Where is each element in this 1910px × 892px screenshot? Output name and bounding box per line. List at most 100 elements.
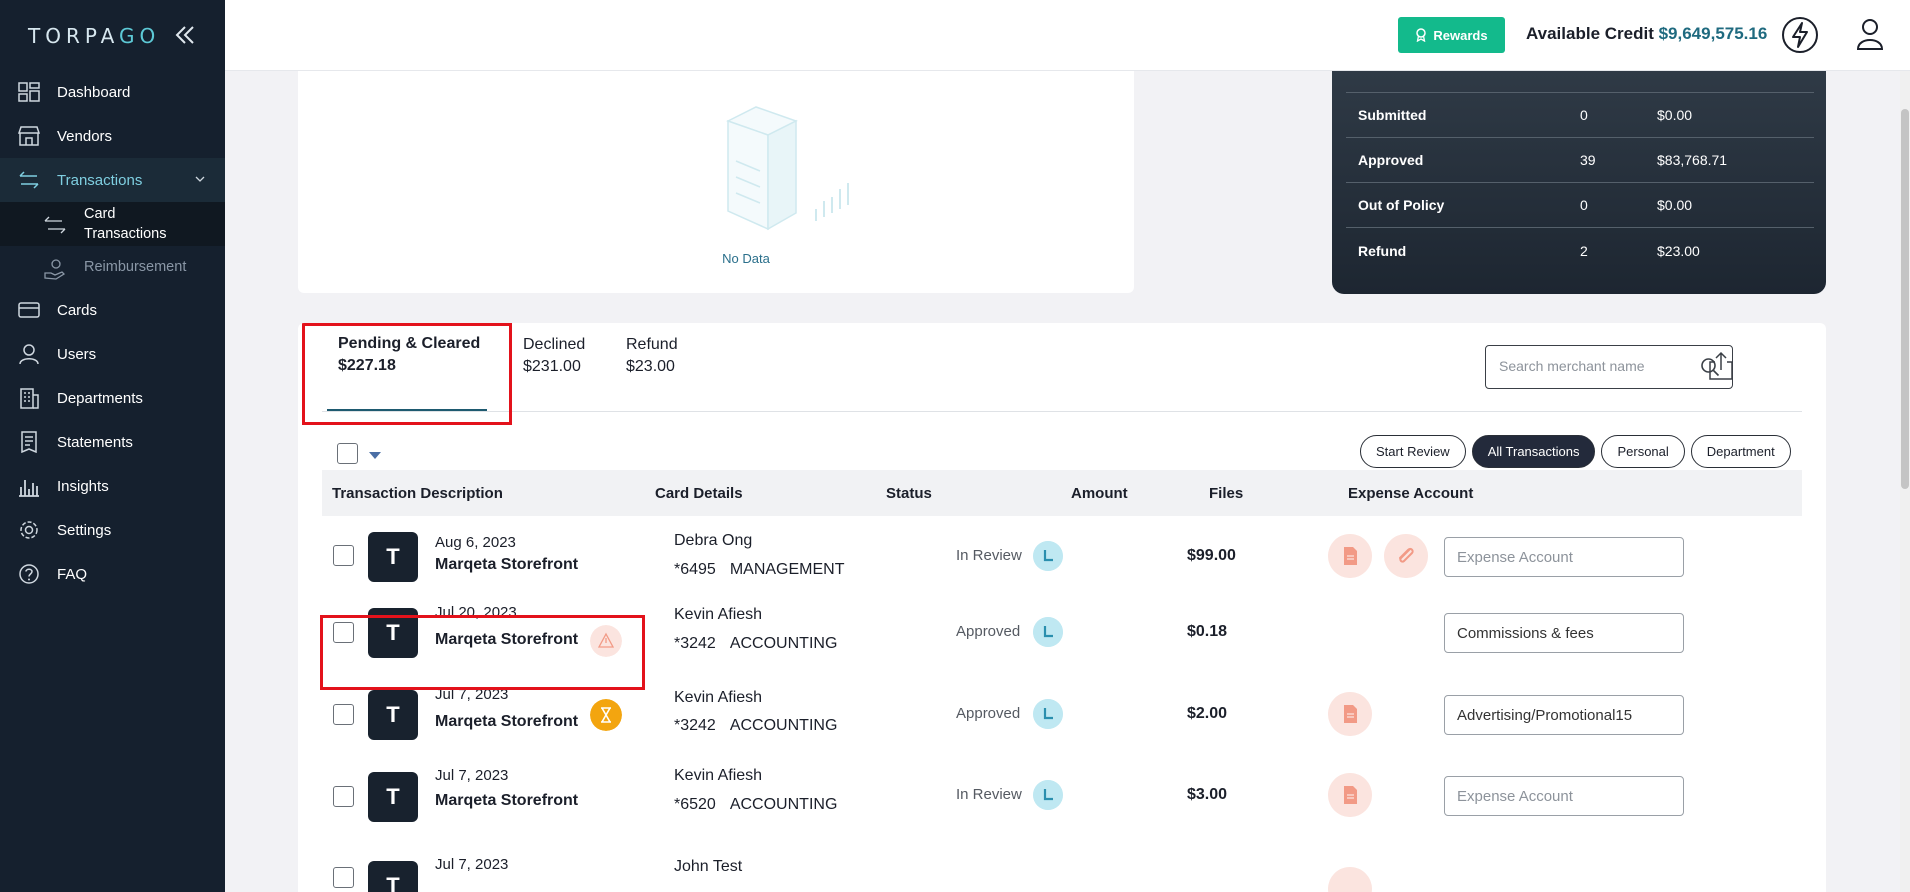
sidebar-nav: Dashboard Vendors Transactions Card Trans…: [0, 70, 225, 596]
expense-account-field[interactable]: Expense Account: [1444, 537, 1684, 577]
sidebar-item-vendors[interactable]: Vendors: [0, 114, 225, 158]
stat-row-approved: Approved 39 $83,768.71: [1346, 138, 1814, 183]
tab-refund[interactable]: Refund $23.00: [626, 334, 678, 378]
sidebar-item-insights[interactable]: Insights: [0, 464, 225, 508]
sidebar-item-transactions[interactable]: Transactions: [0, 158, 225, 202]
table-row[interactable]: T Aug 6, 2023 Marqeta Storefront Debra O…: [322, 519, 1802, 595]
document-icon[interactable]: [1328, 692, 1372, 736]
user-icon: [19, 344, 39, 365]
sidebar-subitem-label: Reimbursement: [84, 259, 187, 275]
expense-account-field[interactable]: Commissions & fees: [1444, 613, 1684, 653]
document-icon[interactable]: [1328, 867, 1372, 892]
expense-account-field[interactable]: Advertising/Promotional15: [1444, 695, 1684, 735]
transaction-date: Jul 7, 2023: [435, 856, 509, 873]
top-header: Rewards Available Credit $9,649,575.16: [225, 0, 1910, 71]
expense-account-field[interactable]: Expense Account: [1444, 776, 1684, 816]
filter-personal[interactable]: Personal: [1601, 435, 1685, 468]
sidebar-subitem-label: Card Transactions: [84, 206, 167, 242]
amount: $0.18: [1187, 623, 1228, 640]
award-icon: [1416, 28, 1427, 42]
sidebar-item-label: Statements: [57, 433, 133, 451]
clock-status-icon: [1033, 699, 1063, 729]
clock-status-icon: [1033, 617, 1063, 647]
sidebar-item-label: Dashboard: [57, 83, 131, 101]
clock-status-icon: [1033, 541, 1063, 571]
main-content: No Data Submitted 0 $0.00 Approved 39 $83,76…: [225, 71, 1900, 892]
credit-card-icon: [18, 302, 40, 318]
col-amount: Amount: [1071, 485, 1128, 502]
rewards-button[interactable]: Rewards: [1398, 17, 1505, 53]
filter-pills: Start Review All Transactions Personal D…: [1360, 435, 1791, 468]
sidebar-item-label: Users: [57, 345, 97, 363]
filter-department[interactable]: Department: [1690, 435, 1791, 468]
transfer-arrows-icon: [44, 216, 66, 234]
chart-card: No Data: [298, 71, 1134, 293]
sidebar-subitem-card-transactions[interactable]: Card Transactions: [0, 202, 225, 246]
document-icon[interactable]: [1328, 534, 1372, 578]
sidebar-item-label: Settings: [57, 521, 112, 539]
card-number: *3242 ACCOUNTING: [674, 635, 838, 652]
card-number: *3242 ACCOUNTING: [674, 717, 838, 734]
sidebar-item-statements[interactable]: Statements: [0, 420, 225, 464]
sidebar-item-dashboard[interactable]: Dashboard: [0, 70, 225, 114]
card-holder: Kevin Afiesh: [674, 767, 763, 784]
tabs-divider: [322, 411, 1802, 412]
sidebar-item-users[interactable]: Users: [0, 332, 225, 376]
select-all-checkbox[interactable]: [337, 443, 358, 464]
caret-down-icon[interactable]: [368, 450, 382, 460]
page-scrollbar[interactable]: [1900, 71, 1910, 892]
stat-row-out-of-policy: Out of Policy 0 $0.00: [1346, 183, 1814, 228]
no-data-label: No Data: [722, 251, 770, 266]
collapse-sidebar-icon[interactable]: [174, 24, 196, 46]
sidebar-item-settings[interactable]: Settings: [0, 508, 225, 552]
credit-value: $9,649,575.16: [1658, 24, 1768, 43]
sidebar-subitem-reimbursement[interactable]: Reimbursement: [0, 246, 225, 288]
search-merchant[interactable]: [1485, 345, 1733, 389]
table-header: Transaction Description Card Details Sta…: [322, 470, 1802, 516]
transaction-date: Aug 6, 2023: [435, 534, 516, 551]
tab-declined[interactable]: Declined $231.00: [523, 334, 585, 378]
table-row[interactable]: T Jul 7, 2023 Marqeta Storefront Kevin A…: [322, 747, 1802, 823]
stat-row: [1346, 71, 1814, 93]
merchant-avatar: T: [368, 861, 418, 892]
sidebar-item-label: FAQ: [57, 565, 88, 583]
row-checkbox[interactable]: [333, 704, 354, 725]
card-holder: John Test: [674, 858, 743, 875]
sidebar-item-label: Departments: [57, 389, 143, 407]
available-credit: Available Credit $9,649,575.16: [1526, 24, 1768, 43]
row-checkbox[interactable]: [333, 545, 354, 566]
bar-chart-icon: [19, 480, 39, 497]
card-number: *6495 MANAGEMENT: [674, 561, 845, 578]
gear-icon: [20, 521, 38, 539]
status-summary-card: Submitted 0 $0.00 Approved 39 $83,768.71 Out…: [1332, 71, 1826, 294]
sidebar-item-departments[interactable]: Departments: [0, 376, 225, 420]
col-transaction-description: Transaction Description: [332, 485, 503, 502]
transactions-card: Pending & Cleared $227.18 Declined $231.…: [298, 323, 1826, 892]
row-checkbox[interactable]: [333, 867, 354, 888]
table-row[interactable]: T Jul 7, 2023 John Test: [322, 823, 1802, 892]
merchant-name: Marqeta Storefront: [435, 556, 579, 573]
search-input[interactable]: [1499, 346, 1699, 386]
lightning-icon[interactable]: [1781, 16, 1819, 54]
merchant-avatar: T: [368, 690, 418, 740]
attachment-icon[interactable]: [1384, 534, 1428, 578]
highlight-box: [302, 323, 512, 425]
chevron-down-icon: [195, 176, 205, 182]
scrollbar-thumb[interactable]: [1901, 109, 1909, 489]
sidebar-item-cards[interactable]: Cards: [0, 288, 225, 332]
sidebar-item-label: Transactions: [57, 171, 143, 189]
sidebar-item-faq[interactable]: FAQ: [0, 552, 225, 596]
export-icon[interactable]: [1707, 351, 1735, 381]
hourglass-icon: [590, 699, 622, 731]
transfer-arrows-icon: [19, 171, 39, 189]
col-card-details: Card Details: [655, 485, 743, 502]
merchant-name: Marqeta Storefront: [435, 713, 579, 730]
user-profile-icon[interactable]: [1855, 17, 1885, 51]
document-icon[interactable]: [1328, 773, 1372, 817]
card-holder: Kevin Afiesh: [674, 689, 763, 706]
status-text: In Review: [956, 547, 1022, 564]
row-checkbox[interactable]: [333, 786, 354, 807]
merchant-avatar: T: [368, 772, 418, 822]
filter-all-transactions[interactable]: All Transactions: [1471, 435, 1596, 468]
filter-start-review[interactable]: Start Review: [1360, 435, 1466, 468]
